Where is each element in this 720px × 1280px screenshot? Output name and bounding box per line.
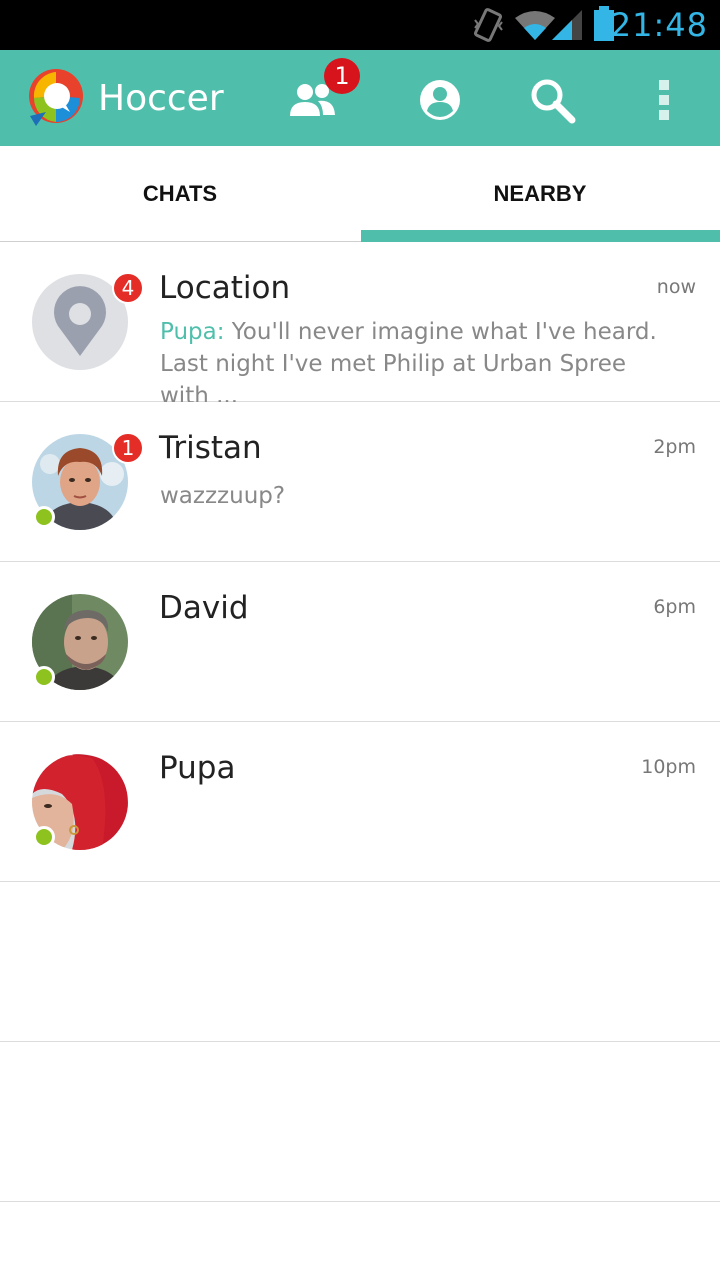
tab-selected-indicator	[361, 230, 720, 242]
profile-button[interactable]	[414, 74, 466, 126]
online-indicator	[33, 666, 55, 688]
chat-name: Tristan	[159, 430, 262, 466]
chat-row-tristan[interactable]: 1 Tristan 2pm wazzzuup?	[0, 402, 720, 562]
chat-name: David	[159, 590, 249, 626]
chat-preview: Pupa: You'll never imagine what I've hea…	[160, 316, 680, 412]
contacts-badge: 1	[324, 58, 360, 94]
chat-time: 10pm	[641, 756, 696, 778]
app-bar: Hoccer 1	[0, 50, 720, 146]
unread-badge: 4	[112, 272, 144, 304]
chat-time: now	[656, 276, 696, 298]
vibrate-icon	[472, 8, 506, 47]
chat-preview-text: You'll never imagine what I've heard. La…	[160, 319, 657, 409]
overflow-menu-icon	[659, 80, 669, 120]
empty-list-row	[0, 882, 720, 1042]
status-time: 21:48	[610, 6, 708, 44]
chat-preview: wazzzuup?	[160, 483, 286, 509]
overflow-menu-button[interactable]	[638, 74, 690, 126]
chat-row-location[interactable]: 4 Location now Pupa: You'll never imagin…	[0, 242, 720, 409]
chat-sender: Pupa:	[160, 319, 225, 345]
search-button[interactable]	[526, 74, 578, 126]
chat-time: 2pm	[653, 436, 696, 458]
online-indicator	[33, 826, 55, 848]
app-title: Hoccer	[98, 78, 224, 119]
online-indicator	[33, 506, 55, 528]
chat-row-david[interactable]: David 6pm	[0, 562, 720, 722]
wifi-icon	[515, 10, 555, 47]
signal-icon	[552, 8, 584, 47]
chat-row-pupa[interactable]: Pupa 10pm	[0, 722, 720, 882]
chat-time: 6pm	[653, 596, 696, 618]
tab-nearby[interactable]: NEARBY	[360, 146, 720, 242]
chat-name: Pupa	[159, 750, 236, 786]
tab-bar: CHATS NEARBY	[0, 146, 720, 242]
empty-list-row	[0, 1042, 720, 1202]
status-bar: 21:48	[0, 0, 720, 50]
search-icon	[531, 79, 576, 124]
chat-name: Location	[159, 270, 291, 306]
profile-icon	[420, 80, 460, 120]
hoccer-logo	[26, 68, 86, 128]
unread-badge: 1	[112, 432, 144, 464]
tab-chats[interactable]: CHATS	[0, 146, 360, 242]
